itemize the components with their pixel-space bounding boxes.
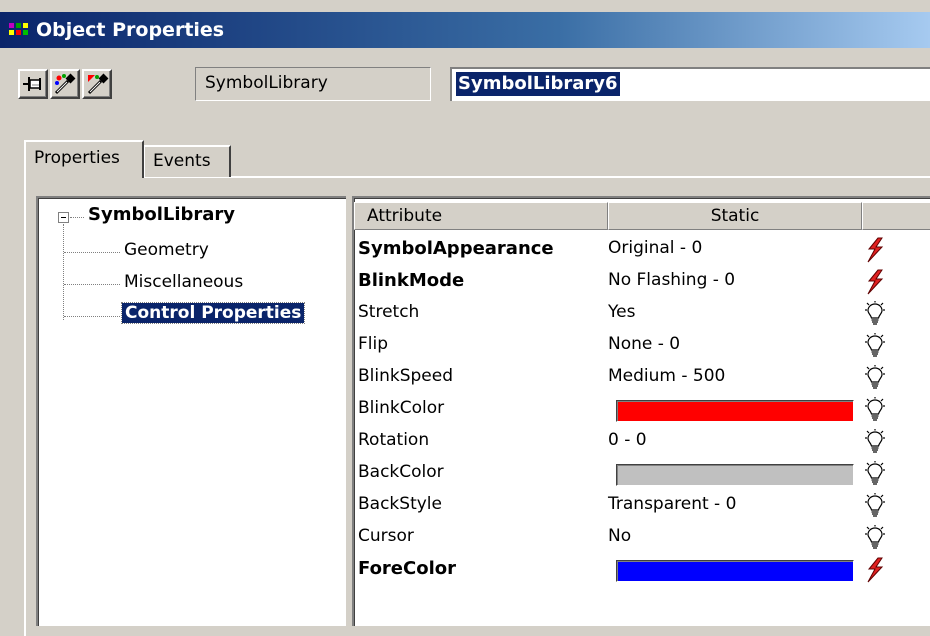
tab-panel xyxy=(24,176,930,636)
object-type-field: SymbolLibrary xyxy=(195,67,431,101)
object-name-input[interactable]: SymbolLibrary6 xyxy=(450,67,930,101)
title-bar[interactable]: Object Properties xyxy=(0,12,930,48)
pin-button[interactable] xyxy=(18,69,48,99)
object-name-value: SymbolLibrary6 xyxy=(456,72,620,96)
app-icon xyxy=(8,21,32,39)
eyedropper-button[interactable] xyxy=(50,69,80,99)
tab-events[interactable]: Events xyxy=(143,145,231,177)
eyedropper-arrow-button[interactable] xyxy=(82,69,112,99)
window-title: Object Properties xyxy=(36,19,225,41)
tab-properties[interactable]: Properties xyxy=(24,140,144,178)
